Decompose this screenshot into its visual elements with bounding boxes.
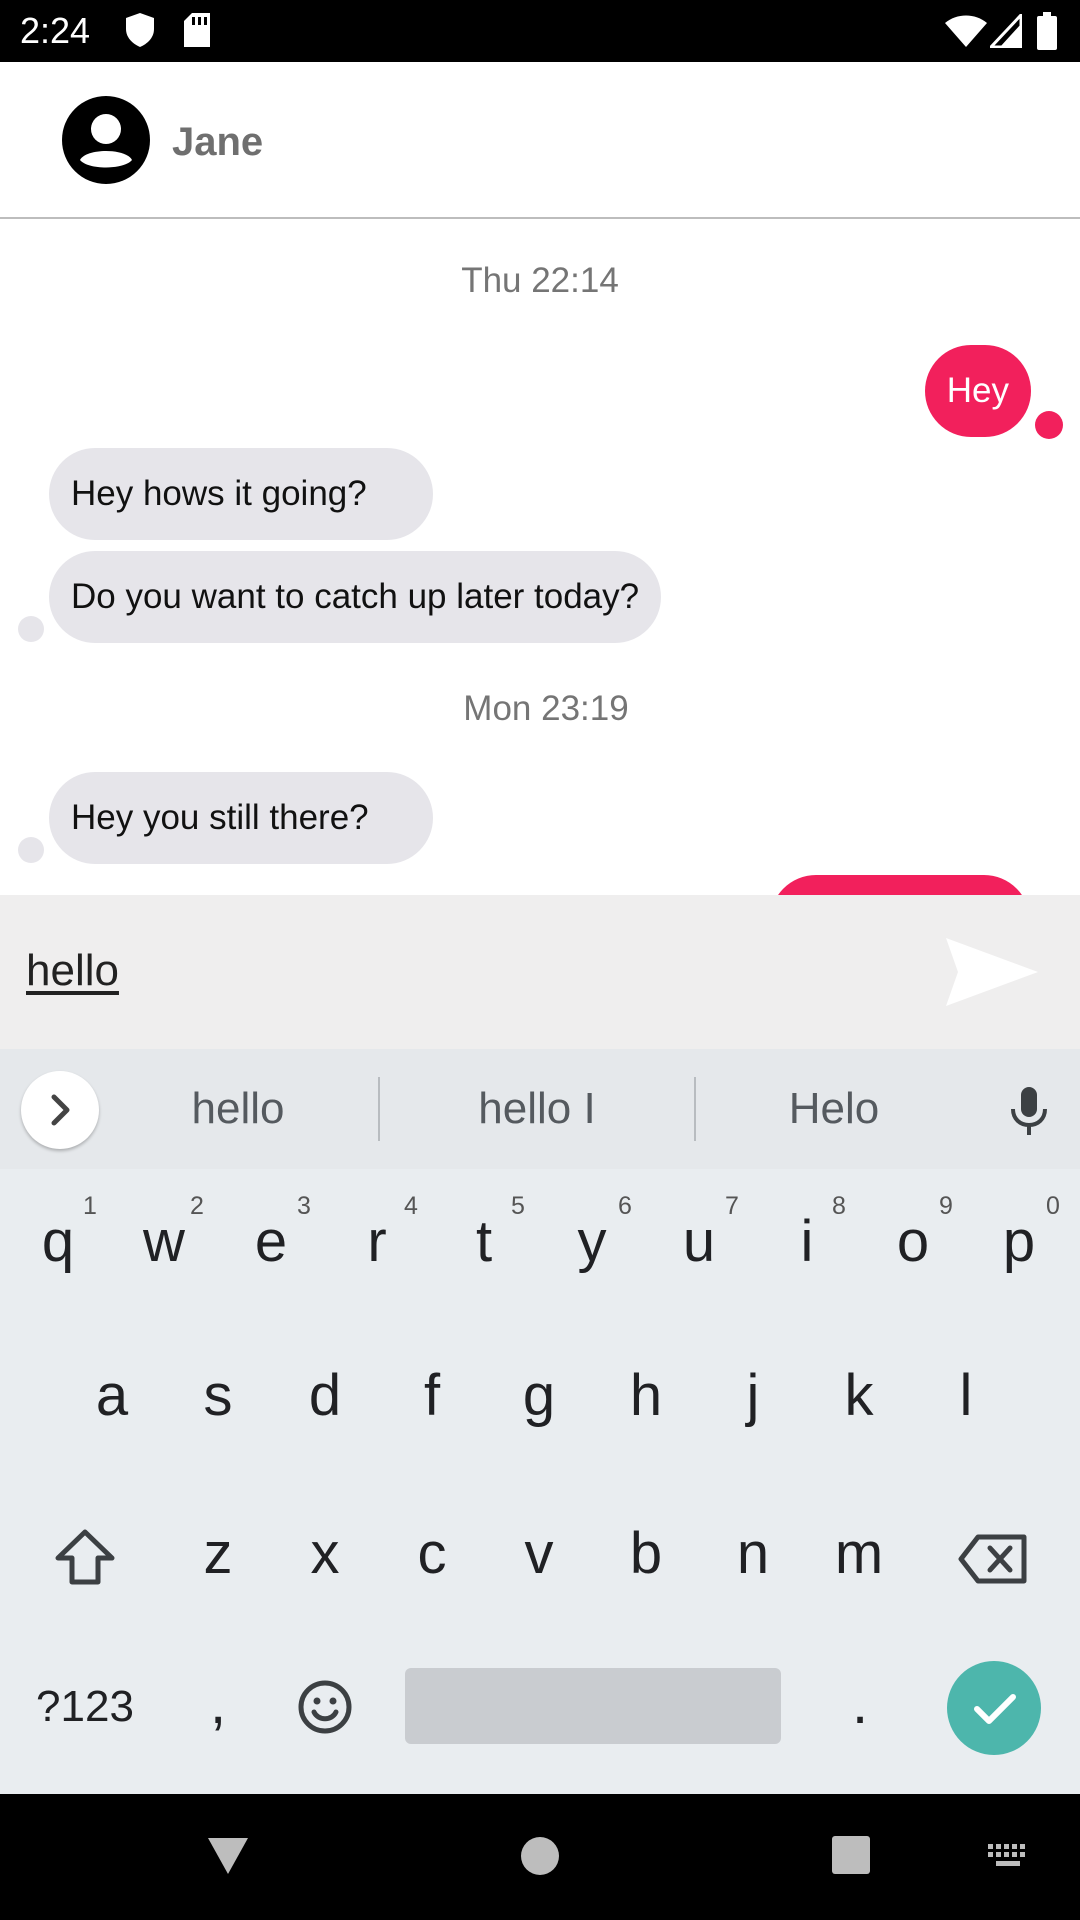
wifi-icon (945, 15, 987, 47)
suggestion-strip: hello hello I Helo (0, 1049, 1080, 1169)
key-hint-6: 6 (618, 1192, 632, 1220)
account-circle-icon[interactable] (62, 96, 150, 184)
key-hint-5: 5 (511, 1192, 525, 1220)
space-key[interactable] (405, 1668, 781, 1744)
message-input[interactable]: hello (26, 931, 906, 1011)
key-hint-3: 3 (297, 1192, 311, 1220)
message-bubble-incoming[interactable]: Hey you still there? (49, 772, 433, 864)
compose-bar: hello (0, 895, 1080, 1049)
key-hint-8: 8 (832, 1192, 846, 1220)
chevron-right-icon (51, 1094, 70, 1126)
key-l[interactable]: l (923, 1362, 1009, 1429)
key-m[interactable]: m (816, 1520, 902, 1587)
home-icon[interactable] (520, 1836, 560, 1876)
key-hint-9: 9 (939, 1192, 953, 1220)
timestamp: Mon 23:19 (463, 689, 629, 728)
key-a[interactable]: a (69, 1362, 155, 1429)
suggestion-2[interactable]: hello I (408, 1077, 666, 1141)
expand-button[interactable] (21, 1071, 99, 1149)
suggestion-divider (694, 1077, 696, 1141)
check-icon (974, 1694, 1016, 1724)
timestamp: Thu 22:14 (461, 261, 619, 300)
key-d[interactable]: d (282, 1362, 368, 1429)
send-icon[interactable] (944, 930, 1040, 1014)
message-bubble-incoming[interactable]: Hey hows it going? (49, 448, 433, 540)
symbols-key[interactable]: ?123 (20, 1682, 150, 1732)
shield-icon (126, 13, 154, 47)
suggestion-1[interactable]: hello (120, 1077, 356, 1141)
key-hint-2: 2 (190, 1192, 204, 1220)
key-hint-4: 4 (404, 1192, 418, 1220)
key-hint-0: 0 (1046, 1192, 1060, 1220)
avatar-dot (18, 837, 44, 863)
battery-icon (1037, 12, 1057, 50)
emoji-icon[interactable] (297, 1679, 353, 1735)
avatar-dot (18, 616, 44, 642)
key-z[interactable]: z (175, 1520, 261, 1587)
message-bubble-outgoing-partial[interactable] (770, 875, 1030, 895)
conversation-header: Jane (0, 62, 1080, 219)
key-v[interactable]: v (496, 1520, 582, 1587)
recents-icon[interactable] (831, 1835, 871, 1875)
key-x[interactable]: x (282, 1520, 368, 1587)
comma-key[interactable]: , (178, 1670, 258, 1737)
message-list[interactable]: Thu 22:14 Hey Hey hows it going? Do you … (0, 219, 1080, 895)
back-icon[interactable] (206, 1834, 250, 1878)
key-hint-1: 1 (83, 1192, 97, 1220)
key-c[interactable]: c (389, 1520, 475, 1587)
status-bar: 2:24 (0, 0, 1080, 62)
sd-card-icon (184, 13, 210, 47)
key-h[interactable]: h (603, 1362, 689, 1429)
key-s[interactable]: s (175, 1362, 261, 1429)
key-j[interactable]: j (710, 1362, 796, 1429)
suggestion-3[interactable]: Helo (712, 1077, 956, 1141)
shift-icon[interactable] (54, 1528, 116, 1586)
key-n[interactable]: n (710, 1520, 796, 1587)
key-hint-7: 7 (725, 1192, 739, 1220)
key-f[interactable]: f (389, 1362, 475, 1429)
key-g[interactable]: g (496, 1362, 582, 1429)
contact-name: Jane (172, 120, 264, 164)
suggestion-divider (378, 1077, 380, 1141)
cell-signal-icon (990, 14, 1022, 48)
microphone-icon[interactable] (1006, 1085, 1052, 1137)
key-b[interactable]: b (603, 1520, 689, 1587)
key-k[interactable]: k (816, 1362, 902, 1429)
status-time: 2:24 (20, 10, 91, 51)
enter-key[interactable] (947, 1661, 1041, 1755)
backspace-icon[interactable] (958, 1534, 1028, 1584)
message-bubble-outgoing[interactable]: Hey (924, 345, 1031, 437)
keyboard-switch-icon[interactable] (986, 1842, 1030, 1870)
message-bubble-incoming[interactable]: Do you want to catch up later today? (49, 551, 662, 643)
message-status-dot (1035, 411, 1063, 439)
period-key[interactable]: . (820, 1670, 900, 1737)
navigation-bar (0, 1794, 1080, 1920)
